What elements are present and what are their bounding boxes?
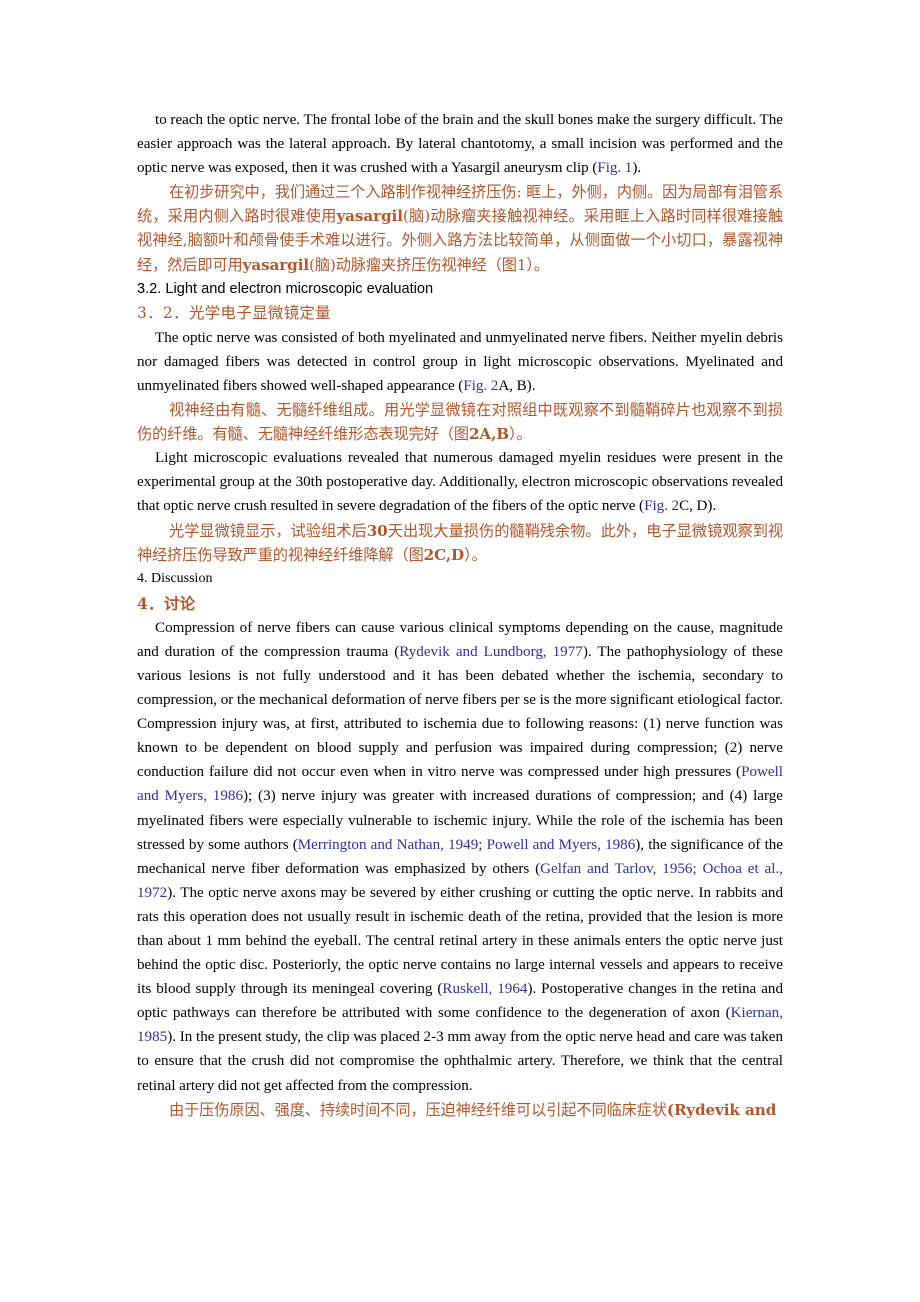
text-run: A, B).	[498, 377, 536, 394]
text-run-latin: 2C,D	[423, 545, 465, 564]
text-run-latin: 30	[366, 521, 388, 540]
citation-ruskell-1964[interactable]: Ruskell, 1964	[442, 981, 527, 997]
paragraph-chinese-4: 由于压伤原因、强度、持续时间不同，压迫神经纤维可以引起不同临床症状(Rydevi…	[137, 1098, 783, 1122]
paragraph-chinese-1: 在初步研究中，我们通过三个入路制作视神经挤压伤: 眶上，外侧，内侧。因为局部有泪…	[137, 180, 783, 276]
text-run-latin: yasargil	[242, 255, 310, 274]
text-run: ）。	[509, 425, 532, 444]
text-run: ）。	[464, 545, 487, 564]
citation-fig-1[interactable]: Fig. 1	[597, 160, 632, 176]
citation-merrington-nathan-1949[interactable]: Merrington and Nathan, 1949; Powell and …	[298, 837, 636, 853]
text-run: 视神经由有髓、无髓纤维组成。用光学显微镜在对照组中既观察不到髓鞘碎片也观察不到损…	[137, 401, 783, 444]
paragraph-english-3: Light microscopic evaluations revealed t…	[137, 446, 783, 518]
text-run: ). The pathophysiology of these various …	[137, 643, 783, 781]
text-run: 光学显微镜显示，试验组术后	[169, 521, 367, 540]
text-run-latin: 2A,B	[468, 425, 510, 444]
paragraph-chinese-3: 光学显微镜显示，试验组术后30天出现大量损伤的髓鞘残余物。此外，电子显微镜观察到…	[137, 519, 783, 567]
citation-fig-2cd[interactable]: Fig. 2	[644, 498, 679, 514]
text-run: 由于压伤原因、强度、持续时间不同，压迫神经纤维可以引起不同临床症状	[169, 1100, 667, 1119]
heading-section-3-2-chinese: 3．2．光学电子显微镜定量	[137, 303, 332, 322]
text-run: (脑)动脉瘤夹挤压伤视神经（图1）。	[309, 255, 549, 274]
text-run: C, D).	[679, 498, 717, 515]
text-run: to reach the optic nerve. The frontal lo…	[137, 112, 783, 177]
heading-section-3-2-english: 3.2. Light and electron microscopic eval…	[137, 280, 434, 297]
paragraph-chinese-2: 视神经由有髓、无髓纤维组成。用光学显微镜在对照组中既观察不到髓鞘碎片也观察不到损…	[137, 398, 783, 446]
paragraph-english-4: Compression of nerve fibers can cause va…	[137, 616, 783, 1098]
text-column: to reach the optic nerve. The frontal lo…	[137, 108, 783, 1122]
text-run: The optic nerve was consisted of both my…	[137, 329, 783, 394]
document-page: to reach the optic nerve. The frontal lo…	[0, 0, 920, 1302]
citation-rydevik-lundborg-1977[interactable]: Rydevik and Lundborg, 1977	[399, 644, 583, 660]
heading-section-4-chinese: 4．讨论	[137, 593, 196, 613]
paragraph-english-2: The optic nerve was consisted of both my…	[137, 326, 783, 398]
text-run-latin: yasargil	[336, 207, 403, 226]
citation-fig-2ab[interactable]: Fig. 2	[463, 378, 498, 394]
text-run-latin: (Rydevik and	[666, 1100, 777, 1119]
text-run: ). In the present study, the clip was pl…	[137, 1029, 783, 1094]
paragraph-english-1: to reach the optic nerve. The frontal lo…	[137, 108, 783, 180]
text-run: ).	[632, 160, 642, 177]
heading-section-4-english: 4. Discussion	[137, 570, 213, 586]
